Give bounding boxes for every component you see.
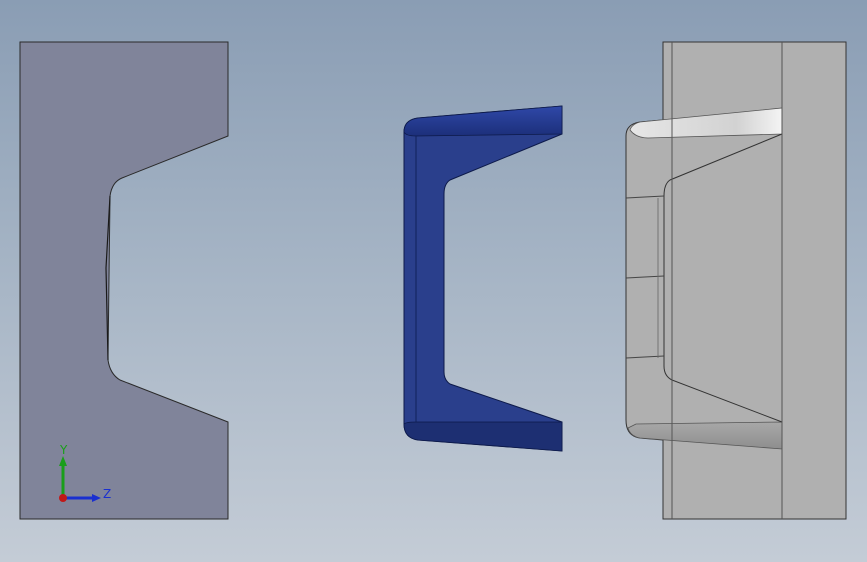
u-channel-body[interactable]	[403, 105, 563, 452]
u-channel-top-face	[403, 105, 563, 137]
mold-half-left[interactable]	[19, 41, 229, 520]
graphics-viewport[interactable]: Y Z	[0, 0, 867, 562]
y-axis-label: Y	[59, 443, 68, 457]
mold-half-left-body[interactable]	[19, 41, 229, 520]
z-axis-label: Z	[103, 487, 111, 501]
u-channel-blue[interactable]	[403, 105, 563, 452]
x-axis-origin	[59, 494, 67, 502]
mold-half-right[interactable]	[625, 41, 847, 520]
u-channel-bottom-face	[403, 421, 563, 452]
model-scene[interactable]: Y Z	[0, 0, 867, 562]
